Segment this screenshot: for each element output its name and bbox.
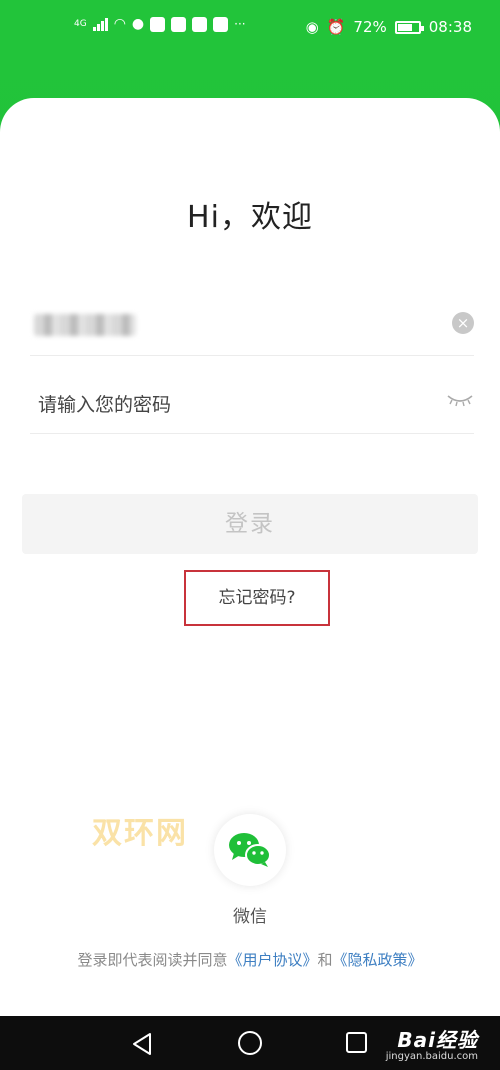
login-button[interactable]: 登录: [22, 494, 478, 554]
watermark-text: 双环网: [92, 816, 188, 851]
home-icon[interactable]: [238, 1031, 262, 1055]
app-notification-icon: [213, 16, 229, 32]
signal-icon: [92, 17, 108, 31]
battery-icon: [394, 20, 424, 34]
wechat-icon: [229, 833, 271, 867]
wechat-login-button[interactable]: [214, 814, 286, 886]
alarm-icon: ⏰: [326, 18, 346, 36]
status-bar: 4G ◠ ● ··· ◉ ⏰ 72% 08:38: [0, 0, 500, 58]
agreement-and: 和: [317, 951, 333, 969]
user-agreement-link[interactable]: 《用户协议》: [227, 951, 317, 969]
wifi-icon: ◠: [113, 16, 126, 32]
login-card: Hi，欢迎 × 请输入您的密码 登录 忘记密码? 双环网 微信 登录即代表阅读并…: [0, 98, 500, 1016]
privacy-policy-link[interactable]: 《隐私政策》: [333, 951, 423, 969]
agreement-prefix: 登录即代表阅读并同意: [77, 951, 228, 969]
username-field[interactable]: ×: [30, 294, 474, 356]
username-value-blurred: [34, 314, 136, 336]
qq-icon: ●: [131, 16, 145, 32]
wechat-label: 微信: [233, 907, 267, 927]
status-right: ◉ ⏰ 72% 08:38: [306, 18, 472, 36]
baidu-watermark: Bai经验 jingyan.baidu.com: [386, 1024, 478, 1062]
clear-icon[interactable]: ×: [452, 312, 474, 334]
more-notifications: ···: [234, 17, 246, 31]
baidu-url: jingyan.baidu.com: [385, 1051, 478, 1062]
forgot-password-link[interactable]: 忘记密码?: [184, 570, 330, 626]
password-placeholder: 请输入您的密码: [38, 394, 172, 416]
baidu-logo: Bai经验: [397, 1028, 478, 1052]
battery-percent: 72%: [353, 18, 387, 36]
recent-apps-icon[interactable]: [346, 1032, 367, 1053]
eye-comfort-icon: ◉: [305, 18, 319, 36]
agreement-text: 登录即代表阅读并同意《用户协议》和《隐私政策》: [0, 949, 500, 970]
status-left: 4G ◠ ● ···: [74, 16, 246, 32]
eye-closed-icon[interactable]: [446, 392, 474, 408]
login-screen: 4G ◠ ● ··· ◉ ⏰ 72% 08:38 Hi，欢迎 × 请输入您的密码: [0, 0, 500, 1070]
app-notification-icon: [171, 16, 187, 32]
app-notification-icon: [150, 16, 166, 32]
network-type: 4G: [74, 19, 87, 29]
password-field[interactable]: 请输入您的密码: [30, 372, 474, 434]
clock: 08:38: [428, 18, 472, 36]
app-notification-icon: [192, 16, 208, 32]
navigation-bar: Bai经验 jingyan.baidu.com: [0, 1016, 500, 1070]
back-icon[interactable]: [131, 1032, 153, 1056]
page-title: Hi，欢迎: [187, 200, 313, 235]
